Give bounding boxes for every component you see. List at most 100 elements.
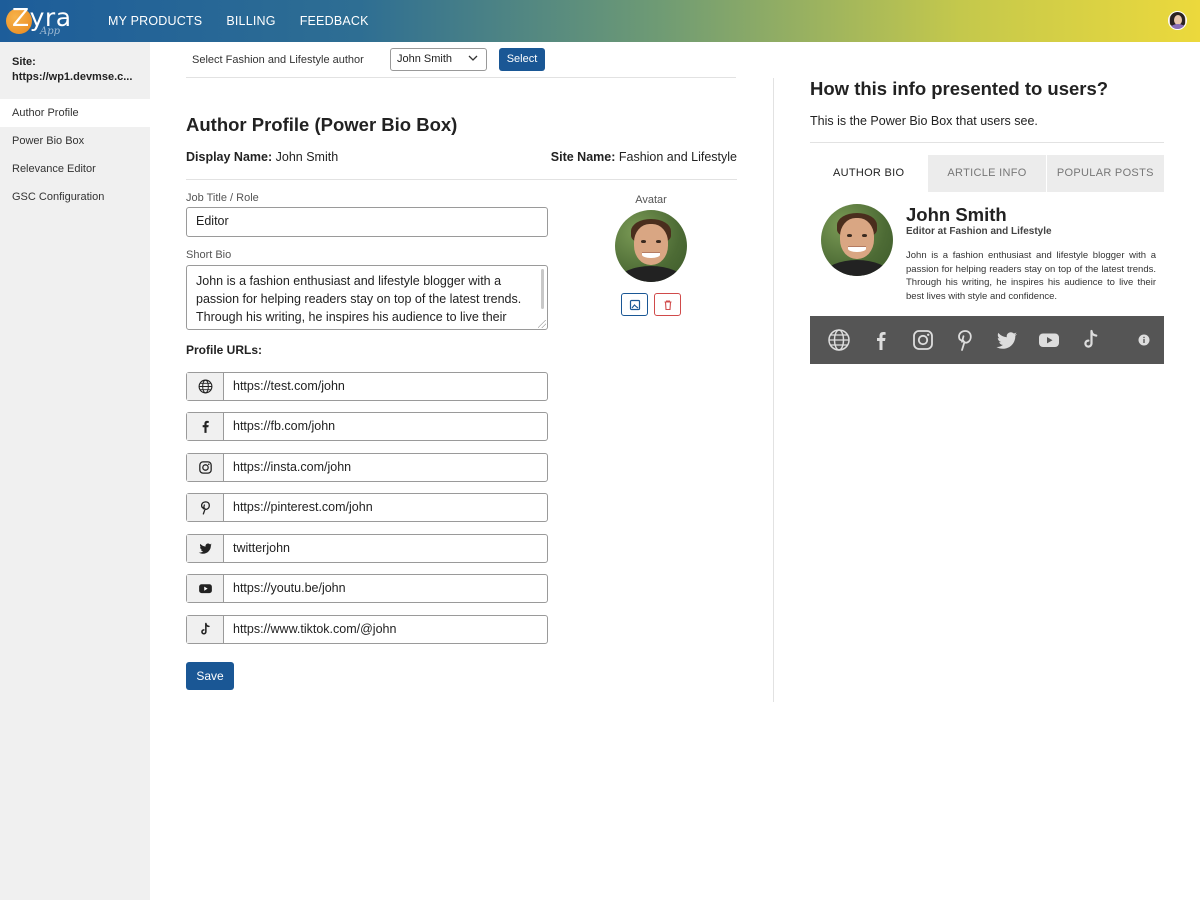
- image-icon: [629, 299, 640, 310]
- website-url-input[interactable]: https://test.com/john: [224, 373, 345, 400]
- youtube-icon: [198, 584, 212, 594]
- site-label: Site:: [12, 56, 36, 68]
- author-meta-row: Display Name: John Smith Site Name: Fash…: [186, 150, 737, 180]
- trash-icon: [664, 299, 671, 310]
- site-url: https://wp1.devmse.c...: [12, 71, 133, 83]
- avatar-label: Avatar: [635, 194, 667, 206]
- display-name-label: Display Name:: [186, 150, 273, 164]
- short-bio-label: Short Bio: [186, 249, 232, 261]
- sidebar-item-power-bio-box[interactable]: Power Bio Box: [0, 127, 150, 155]
- job-title-label: Job Title / Role: [186, 192, 259, 204]
- textarea-scrollbar[interactable]: [541, 269, 544, 309]
- delete-avatar-button[interactable]: [654, 293, 681, 316]
- tiktok-icon: [200, 622, 210, 635]
- preview-avatar: [821, 204, 893, 276]
- youtube-url-input[interactable]: https://youtu.be/john: [224, 575, 346, 602]
- column-divider: [773, 78, 774, 702]
- social-link-facebook[interactable]: [860, 316, 902, 364]
- instagram-url-input[interactable]: https://insta.com/john: [224, 454, 351, 481]
- url-icon-box: [187, 535, 224, 562]
- preview-divider: [810, 142, 1164, 143]
- preview-author-bio: John is a fashion enthusiast and lifesty…: [906, 250, 1156, 302]
- author-selector-row: Select Fashion and Lifestyle author John…: [186, 48, 736, 78]
- url-icon-box: [187, 616, 224, 643]
- sidebar: Site: https://wp1.devmse.c... Author Pro…: [0, 42, 150, 900]
- url-row-youtube: https://youtu.be/john: [186, 574, 548, 603]
- logo-subtext: App: [40, 26, 61, 37]
- social-link-youtube[interactable]: [1028, 316, 1070, 364]
- tiktok-icon: [1084, 329, 1098, 348]
- sidebar-item-relevance-editor[interactable]: Relevance Editor: [0, 155, 150, 183]
- info-icon[interactable]: [1138, 334, 1150, 346]
- url-icon-box: [187, 373, 224, 400]
- author-avatar: [615, 210, 687, 282]
- instagram-icon: [913, 330, 933, 350]
- display-name: Display Name: John Smith: [186, 150, 338, 164]
- nav-billing[interactable]: BILLING: [226, 14, 275, 28]
- select-author-button[interactable]: Select: [499, 48, 545, 71]
- page-title: Author Profile (Power Bio Box): [186, 114, 458, 135]
- preview-tabs: AUTHOR BIO ARTICLE INFO POPULAR POSTS: [810, 155, 1164, 192]
- url-icon-box: [187, 413, 224, 440]
- twitter-icon: [198, 543, 212, 554]
- url-row-pinterest: https://pinterest.com/john: [186, 493, 548, 522]
- url-row-tiktok: https://www.tiktok.com/@john: [186, 615, 548, 644]
- url-icon-box: [187, 575, 224, 602]
- site-name-label: Site Name:: [550, 150, 616, 164]
- twitter-handle-input[interactable]: twitterjohn: [224, 535, 290, 562]
- author-select[interactable]: John Smith: [390, 48, 487, 71]
- short-bio-text: John is a fashion enthusiast and lifesty…: [196, 274, 522, 329]
- tiktok-url-input[interactable]: https://www.tiktok.com/@john: [224, 616, 396, 643]
- pinterest-url-input[interactable]: https://pinterest.com/john: [224, 494, 373, 521]
- sidebar-item-author-profile[interactable]: Author Profile: [0, 99, 150, 127]
- nav-my-products[interactable]: MY PRODUCTS: [108, 14, 202, 28]
- tab-author-bio[interactable]: AUTHOR BIO: [810, 155, 928, 192]
- resize-handle[interactable]: [538, 320, 546, 328]
- site-name-value: Fashion and Lifestyle: [618, 150, 737, 164]
- top-navbar: Zyra App MY PRODUCTS BILLING FEEDBACK: [0, 0, 1200, 42]
- preview-subtitle: This is the Power Bio Box that users see…: [810, 114, 1038, 128]
- short-bio-textarea[interactable]: John is a fashion enthusiast and lifesty…: [186, 265, 548, 330]
- globe-icon: [198, 379, 212, 394]
- pinterest-icon: [958, 330, 972, 351]
- tab-article-info[interactable]: ARTICLE INFO: [928, 155, 1046, 192]
- upload-avatar-button[interactable]: [621, 293, 648, 316]
- social-link-website[interactable]: [818, 316, 860, 364]
- profile-urls-label: Profile URLs:: [186, 343, 263, 357]
- tab-popular-posts[interactable]: POPULAR POSTS: [1046, 155, 1164, 192]
- preview-author-name: John Smith: [906, 204, 1007, 225]
- social-link-instagram[interactable]: [902, 316, 944, 364]
- site-info: Site: https://wp1.devmse.c...: [0, 42, 150, 99]
- twitter-icon: [996, 332, 1017, 349]
- author-select-label: Select Fashion and Lifestyle author: [192, 54, 364, 66]
- url-row-website: https://test.com/john: [186, 372, 548, 401]
- url-icon-box: [187, 454, 224, 481]
- nav-feedback[interactable]: FEEDBACK: [300, 14, 369, 28]
- user-avatar[interactable]: [1168, 11, 1187, 30]
- facebook-url-input[interactable]: https://fb.com/john: [224, 413, 335, 440]
- url-row-facebook: https://fb.com/john: [186, 412, 548, 441]
- app-logo[interactable]: Zyra App: [6, 3, 76, 39]
- pinterest-icon: [200, 501, 210, 515]
- social-link-twitter[interactable]: [986, 316, 1028, 364]
- facebook-icon: [877, 332, 886, 350]
- chevron-down-icon: [468, 55, 478, 61]
- preview-title: How this info presented to users?: [810, 78, 1109, 99]
- social-link-tiktok[interactable]: [1070, 316, 1112, 364]
- url-row-twitter: twitterjohn: [186, 534, 548, 563]
- globe-icon: [828, 329, 850, 351]
- preview-author-role: Editor at Fashion and Lifestyle: [906, 226, 1052, 237]
- youtube-icon: [1039, 333, 1059, 347]
- instagram-icon: [198, 461, 212, 474]
- site-name: Site Name: Fashion and Lifestyle: [551, 150, 737, 164]
- url-row-instagram: https://insta.com/john: [186, 453, 548, 482]
- facebook-icon: [202, 420, 209, 433]
- social-link-pinterest[interactable]: [944, 316, 986, 364]
- sidebar-item-gsc-configuration[interactable]: GSC Configuration: [0, 183, 150, 211]
- main-nav: MY PRODUCTS BILLING FEEDBACK: [108, 0, 369, 42]
- url-icon-box: [187, 494, 224, 521]
- preview-social-bar: [810, 316, 1164, 364]
- save-button[interactable]: Save: [186, 662, 234, 690]
- job-title-input[interactable]: Editor: [186, 207, 548, 237]
- author-select-value: John Smith: [397, 53, 453, 65]
